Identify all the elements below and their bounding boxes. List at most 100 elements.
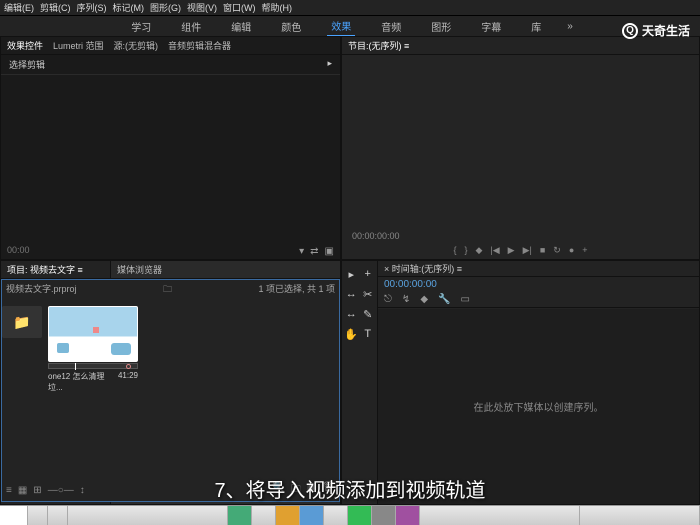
link-icon[interactable]: ↯: [402, 294, 410, 305]
timeline-timecode[interactable]: 00:00:00:00: [378, 277, 699, 292]
menu-help[interactable]: 帮助(H): [262, 1, 293, 14]
taskbar-item[interactable]: [276, 506, 300, 525]
clip-name: one12 怎么清理垃...: [48, 371, 118, 393]
program-panel-tabs: 节目:(无序列) ≡: [342, 37, 699, 55]
program-panel: 节目:(无序列) ≡ 00:00:00:00 { } ◆ |◀ ▶ ▶| ■ ↻…: [341, 36, 700, 260]
tools-column: ▸ + ↔ ✂ ↔ ✎ ✋ T: [342, 261, 378, 504]
step-back-icon[interactable]: |◀: [490, 245, 499, 256]
chevron-right-icon: ▸: [327, 58, 332, 71]
tab-source-noclip[interactable]: 源:(无剪辑): [114, 39, 159, 52]
tab-editing[interactable]: 编辑: [227, 17, 255, 36]
tab-assembly[interactable]: 组件: [177, 17, 205, 36]
tab-lumetri-scopes[interactable]: Lumetri 范围: [53, 39, 104, 52]
effects-row-select-clip[interactable]: 选择剪辑 ▸: [1, 55, 340, 75]
program-timecode: 00:00:00:00: [352, 231, 400, 241]
taskbar-spacer: [420, 506, 580, 525]
clip-scrubber[interactable]: [48, 363, 138, 369]
play-icon[interactable]: ▶: [508, 245, 515, 256]
marker2-icon[interactable]: ◆: [420, 294, 428, 305]
project-name: 视频去文字.prproj: [6, 282, 77, 298]
project-thumbs: 📁 one12 怎么清理垃... 41:29: [2, 306, 339, 393]
mark-out-icon[interactable]: }: [464, 245, 467, 255]
menu-clip[interactable]: 剪辑(C): [40, 1, 71, 14]
taskbar-item[interactable]: [228, 506, 252, 525]
pen-tool-icon[interactable]: ✎: [361, 305, 376, 323]
funnel-icon[interactable]: ▾: [299, 246, 304, 257]
tab-project[interactable]: 项目: 视频去文字 ≡: [7, 263, 83, 276]
tab-timeline[interactable]: × 时间轴:(无序列) ≡: [384, 262, 462, 275]
workspace-tabs: 学习 组件 编辑 颜色 效果 音频 图形 字幕 库 »: [0, 16, 700, 36]
watermark: Q 天奇生活: [622, 22, 690, 39]
project-header: 视频去文字.prproj 🗀 1 项已选择, 共 1 项: [2, 280, 339, 300]
newbin-icon[interactable]: ▣: [325, 246, 334, 257]
tabs-overflow-icon[interactable]: »: [567, 21, 573, 32]
taskbar-item[interactable]: [324, 506, 348, 525]
timeline-empty-msg: 在此处放下媒体以创建序列。: [474, 399, 604, 414]
selection-info: 1 项已选择, 共 1 项: [258, 282, 335, 298]
arrows-icon[interactable]: ⇄: [310, 246, 318, 257]
folder-icon[interactable]: 🗀: [163, 282, 172, 298]
timeline-toolbar: ⎋ ↯ ◆ 🔧 ▭: [378, 292, 699, 308]
menu-view[interactable]: 视图(V): [187, 1, 217, 14]
taskbar-item[interactable]: [28, 506, 48, 525]
timeline-panel-group: ▸ + ↔ ✂ ↔ ✎ ✋ T × 时间轴:(无序列) ≡ 00:00:00:0…: [341, 260, 700, 505]
taskbar-item[interactable]: [68, 506, 228, 525]
slip-tool-icon[interactable]: ↔: [344, 305, 359, 323]
rect-icon[interactable]: ▭: [460, 294, 469, 305]
tab-effect-controls[interactable]: 效果控件: [7, 39, 43, 52]
taskbar[interactable]: [0, 505, 700, 525]
tab-media-browser[interactable]: 媒体浏览器: [117, 263, 162, 276]
watermark-icon: Q: [622, 23, 638, 39]
marker-icon[interactable]: ◆: [475, 245, 482, 256]
tab-program[interactable]: 节目:(无序列) ≡: [348, 39, 409, 52]
taskbar-item[interactable]: [48, 506, 68, 525]
rec-icon[interactable]: ●: [569, 245, 574, 255]
track-select-tool-icon[interactable]: +: [361, 265, 376, 283]
source-toolbar: ▾ ⇄ ▣: [299, 246, 334, 257]
hand-tool-icon[interactable]: ✋: [344, 325, 359, 343]
type-tool-icon[interactable]: T: [361, 325, 376, 343]
tab-audio-clip-mixer[interactable]: 音频剪辑混合器: [168, 39, 231, 52]
tab-captions[interactable]: 字幕: [477, 17, 505, 36]
project-panel-group: 项目: 视频去文字 ≡ 媒体浏览器 视频去文字.prproj 🗀 1 项已选择,…: [0, 260, 341, 505]
menu-sequence[interactable]: 序列(S): [77, 1, 107, 14]
selection-tool-icon[interactable]: ▸: [344, 265, 359, 283]
source-panel: 效果控件 Lumetri 范围 源:(无剪辑) 音频剪辑混合器 选择剪辑 ▸ 0…: [0, 36, 341, 260]
tab-audio[interactable]: 音频: [377, 17, 405, 36]
mark-in-icon[interactable]: {: [453, 245, 456, 255]
snap-icon[interactable]: ⎋: [384, 294, 392, 305]
effects-row-label: 选择剪辑: [9, 58, 45, 71]
source-panel-tabs: 效果控件 Lumetri 范围 源:(无剪辑) 音频剪辑混合器: [1, 37, 340, 55]
taskbar-item[interactable]: [252, 506, 276, 525]
taskbar-item[interactable]: [348, 506, 372, 525]
menu-edit[interactable]: 编辑(E): [4, 1, 34, 14]
step-fwd-icon[interactable]: ▶|: [523, 245, 532, 256]
project-panel-tabs2: 媒体浏览器: [111, 261, 340, 279]
stop-icon[interactable]: ■: [540, 245, 545, 255]
clip-item[interactable]: one12 怎么清理垃... 41:29: [48, 306, 138, 393]
tab-effects[interactable]: 效果: [327, 16, 355, 37]
ripple-tool-icon[interactable]: ↔: [344, 285, 359, 303]
tab-libraries[interactable]: 库: [527, 17, 545, 36]
menu-window[interactable]: 窗口(W): [223, 1, 256, 14]
plus-icon[interactable]: +: [582, 245, 587, 255]
tab-graphics[interactable]: 图形: [427, 17, 455, 36]
watermark-text: 天奇生活: [642, 22, 690, 39]
bin-item[interactable]: 📁: [2, 306, 42, 338]
timeline-panel: × 时间轴:(无序列) ≡ 00:00:00:00 ⎋ ↯ ◆ 🔧 ▭ 在此处放…: [378, 261, 699, 504]
taskbar-item[interactable]: [396, 506, 420, 525]
menu-marker[interactable]: 标记(M): [113, 1, 145, 14]
loop-icon[interactable]: ↻: [553, 245, 561, 256]
taskbar-item[interactable]: [300, 506, 324, 525]
clip-thumbnail[interactable]: [48, 306, 138, 362]
razor-tool-icon[interactable]: ✂: [361, 285, 376, 303]
tab-learn[interactable]: 学习: [127, 17, 155, 36]
source-timecode: 00:00: [7, 245, 30, 255]
tab-color[interactable]: 颜色: [277, 17, 305, 36]
taskbar-tray[interactable]: [580, 506, 700, 525]
taskbar-start[interactable]: [0, 506, 28, 525]
menu-graphics[interactable]: 图形(G): [150, 1, 181, 14]
taskbar-item[interactable]: [372, 506, 396, 525]
clip-duration: 41:29: [118, 371, 138, 393]
wrench-icon[interactable]: 🔧: [438, 294, 450, 305]
